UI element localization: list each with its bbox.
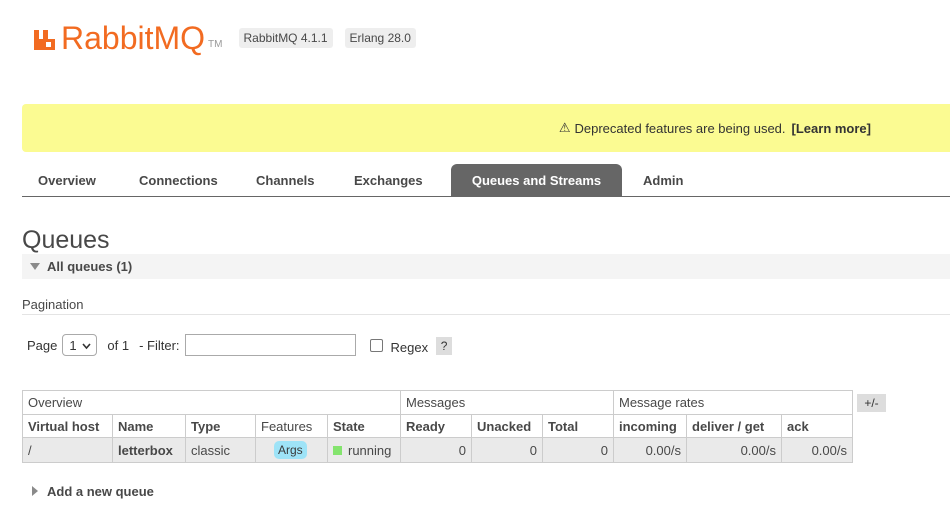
all-queues-section-toggle[interactable]: All queues (1) — [22, 254, 950, 279]
tab-admin[interactable]: Admin — [622, 164, 699, 196]
trademark: TM — [208, 38, 223, 50]
pagination-controls: Page 1 of 1 - Filter: Regex ? — [27, 334, 453, 356]
page-select[interactable]: 1 — [62, 334, 98, 356]
cell-ack: 0.00/s — [781, 437, 853, 463]
group-header-message-rates: Message rates — [613, 390, 853, 415]
page-title: Queues — [22, 226, 110, 254]
col-unacked[interactable]: Unacked — [471, 414, 543, 438]
running-status-indicator — [333, 445, 342, 455]
col-ready[interactable]: Ready — [400, 414, 472, 438]
col-name[interactable]: Name — [112, 414, 186, 438]
col-total[interactable]: Total — [542, 414, 614, 438]
cell-incoming: 0.00/s — [613, 437, 687, 463]
filter-label: - Filter: — [139, 337, 180, 353]
erlang-version-badge: Erlang 28.0 — [344, 28, 416, 48]
col-deliver-get[interactable]: deliver / get — [686, 414, 782, 438]
warning-text: Deprecated features are being used. — [574, 120, 786, 136]
page-select-value: 1 — [69, 337, 77, 353]
group-header-overview: Overview — [22, 390, 401, 415]
column-toggle-button[interactable]: +/- — [857, 394, 886, 412]
queues-table: Overview Messages Message rates Virtual … — [22, 390, 853, 463]
logo-wordmark: RabbitMQ — [61, 18, 205, 58]
rabbitmq-version-badge: RabbitMQ 4.1.1 — [238, 28, 333, 48]
chevron-down-icon — [82, 340, 91, 352]
col-features: Features — [255, 414, 328, 438]
tab-overview[interactable]: Overview — [22, 164, 119, 196]
cell-type: classic — [185, 437, 256, 463]
cell-deliver-get: 0.00/s — [686, 437, 782, 463]
col-ack[interactable]: ack — [781, 414, 853, 438]
regex-label: Regex — [390, 339, 429, 355]
cell-vhost: / — [22, 437, 113, 463]
pagination-divider — [22, 314, 950, 315]
rabbitmq-logo[interactable]: RabbitMQ TM — [33, 18, 223, 58]
col-type[interactable]: Type — [185, 414, 256, 438]
queue-name-link[interactable]: letterbox — [112, 437, 186, 463]
main-nav-tabs: Overview Connections Channels Exchanges … — [22, 164, 950, 197]
cell-state: running — [327, 437, 401, 463]
args-badge[interactable]: Args — [274, 441, 307, 459]
group-header-messages: Messages — [400, 390, 614, 415]
cell-unacked: 0 — [471, 437, 543, 463]
deprecation-warning: ⚠ Deprecated features are being used. [L… — [22, 104, 950, 152]
add-new-queue-toggle[interactable]: Add a new queue — [32, 482, 154, 500]
col-state[interactable]: State — [327, 414, 401, 438]
cell-features: Args — [255, 437, 328, 463]
collapse-triangle-icon — [30, 263, 40, 270]
col-virtual-host[interactable]: Virtual host — [22, 414, 113, 438]
cell-total: 0 — [542, 437, 614, 463]
page-label: Page — [27, 337, 58, 353]
section-label: All queues (1) — [47, 259, 133, 274]
col-incoming[interactable]: incoming — [613, 414, 687, 438]
tab-exchanges[interactable]: Exchanges — [337, 164, 447, 196]
tab-channels[interactable]: Channels — [237, 164, 337, 196]
pagination-heading: Pagination — [22, 297, 84, 312]
regex-checkbox[interactable] — [369, 338, 383, 352]
add-queue-label: Add a new queue — [47, 483, 154, 499]
warning-icon: ⚠ — [558, 120, 571, 135]
page-count-label: of 1 — [107, 337, 130, 353]
tab-connections[interactable]: Connections — [119, 164, 237, 196]
logo-rabbit: Rabbit — [61, 20, 154, 56]
header: RabbitMQ TM RabbitMQ 4.1.1 Erlang 28.0 — [33, 18, 416, 58]
filter-input[interactable] — [184, 334, 356, 356]
cell-ready: 0 — [400, 437, 472, 463]
regex-help-button[interactable]: ? — [436, 337, 453, 355]
expand-triangle-icon — [32, 486, 38, 496]
tab-queues-and-streams[interactable]: Queues and Streams — [451, 164, 622, 196]
learn-more-link[interactable]: [Learn more] — [792, 121, 871, 136]
table-row: / letterbox classic Args running 0 0 0 0… — [22, 437, 853, 463]
state-text: running — [348, 442, 392, 458]
rabbit-logo-icon — [33, 24, 57, 52]
logo-mq: MQ — [153, 20, 206, 56]
